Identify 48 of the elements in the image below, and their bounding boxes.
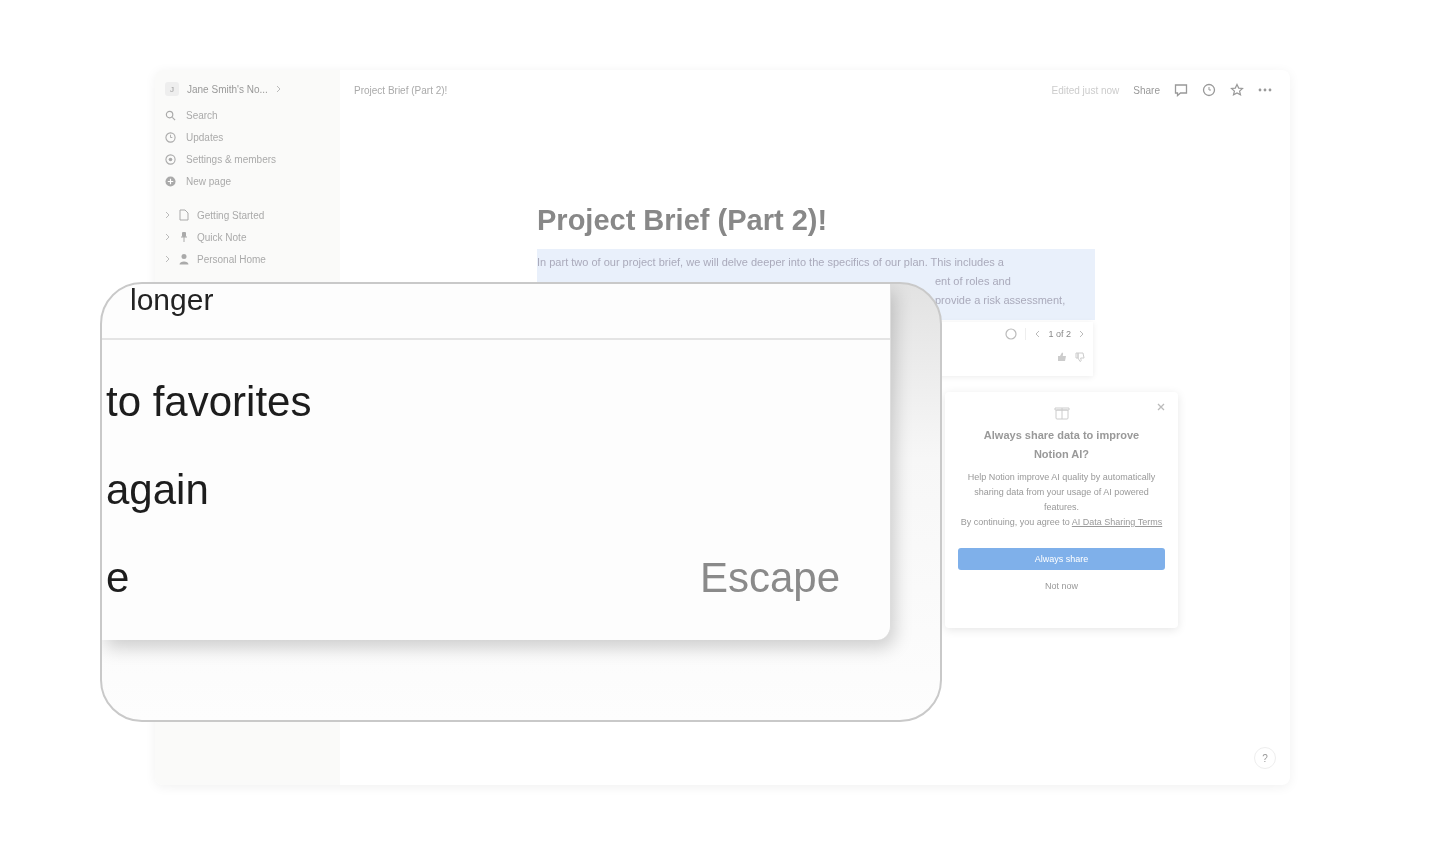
result-counter: 1 of 2 <box>1048 329 1071 339</box>
breadcrumb[interactable]: Project Brief (Part 2)! <box>354 84 448 96</box>
search-icon <box>165 109 176 121</box>
workspace-avatar: J <box>165 82 179 96</box>
dialog-text: Help Notion improve AI quality by automatically sharing data from your usage of AI powered features. <box>966 471 1157 514</box>
chevron-icon[interactable] <box>165 255 171 263</box>
sidebar-item[interactable]: Settings & members <box>165 148 330 170</box>
menu-item[interactable]: again <box>102 446 890 534</box>
paragraph-text: In part two of our project brief, we will delve deeper into the specifics of our plan. This includes a <box>537 256 1004 268</box>
sidebar-item[interactable]: Updates <box>165 126 330 148</box>
shortcut-label: Escape <box>699 554 840 602</box>
clock-icon[interactable] <box>1202 83 1216 97</box>
paragraph-text: ent of roles and <box>935 275 1011 287</box>
dialog-title: Always share data to improve Notion AI? <box>982 428 1141 462</box>
help-button[interactable]: ? <box>1254 747 1276 769</box>
close-icon[interactable] <box>1156 402 1166 412</box>
gift-icon <box>1053 404 1070 420</box>
terms-text: By continuing, you agree to AI Data Sharing Terms <box>959 516 1164 529</box>
always-share-button[interactable]: Always share <box>958 548 1165 570</box>
menu-item-text: longer <box>130 284 214 316</box>
chevron-icon[interactable] <box>275 85 282 93</box>
paragraph-text: provide a risk assessment, <box>935 294 1066 306</box>
page-link[interactable]: Personal Home <box>165 248 330 270</box>
thumbs-down-icon[interactable] <box>1075 352 1085 362</box>
chevron-icon[interactable] <box>165 233 171 241</box>
not-now-button[interactable]: Not now <box>1039 580 1084 592</box>
page-link[interactable]: Quick Note <box>165 226 330 248</box>
menu-item[interactable]: e Escape <box>102 534 890 622</box>
sidebar-item[interactable]: Search <box>165 104 330 126</box>
share-button[interactable]: Share <box>1133 84 1160 96</box>
page-link[interactable]: Getting Started <box>165 204 330 226</box>
thumbs-up-icon[interactable] <box>1057 352 1067 362</box>
clock-icon <box>165 131 176 143</box>
document-icon <box>179 209 189 221</box>
chevron-icon[interactable] <box>165 211 171 219</box>
workspace-name[interactable]: Jane Smith's No... <box>187 83 268 95</box>
page-title: Project Brief (Part 2)! <box>537 204 829 237</box>
next-icon[interactable] <box>1079 330 1085 338</box>
person-icon <box>179 253 189 265</box>
comment-icon[interactable] <box>1174 83 1188 97</box>
pin-icon <box>179 231 189 243</box>
plus-icon <box>165 175 176 187</box>
sidebar-item[interactable]: New page <box>165 170 330 192</box>
settings-icon <box>165 153 176 165</box>
menu-item[interactable]: to favorites <box>102 358 890 446</box>
terms-link[interactable]: AI Data Sharing Terms <box>1071 517 1163 527</box>
previous-icon[interactable] <box>1034 330 1041 338</box>
star-icon[interactable] <box>1230 83 1244 97</box>
